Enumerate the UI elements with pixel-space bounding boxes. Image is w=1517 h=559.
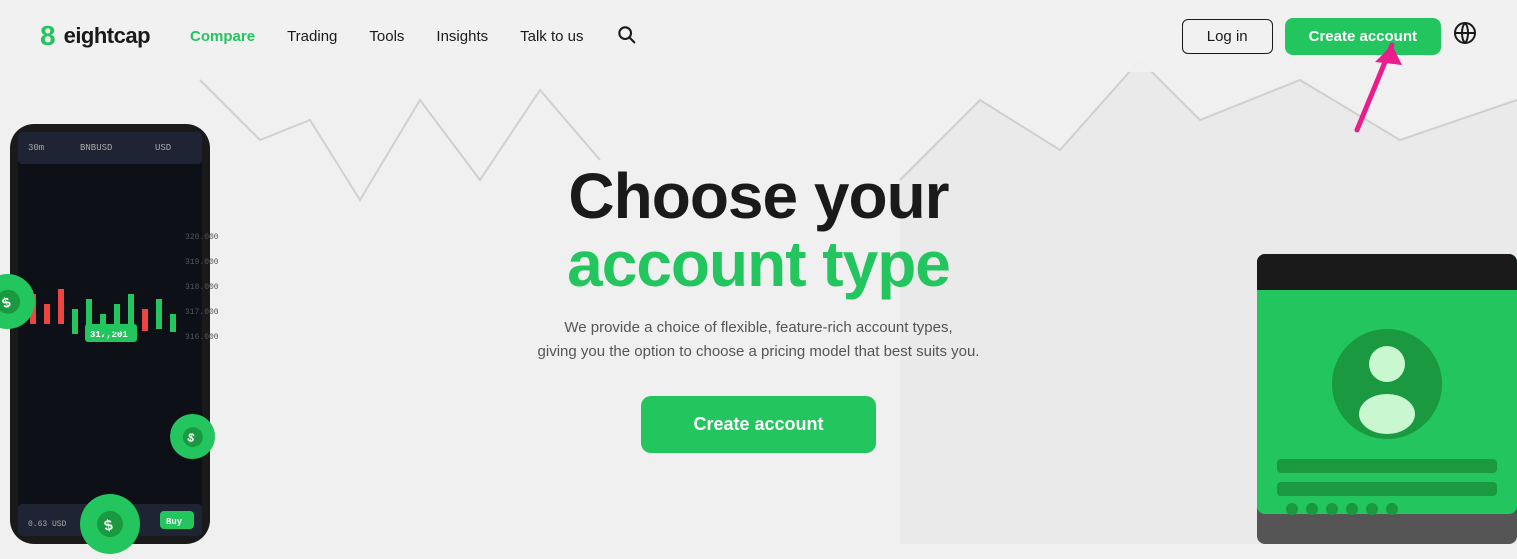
create-account-header-button[interactable]: Create account — [1285, 18, 1441, 55]
nav-insights[interactable]: Insights — [436, 28, 488, 45]
logo-text: eightcap — [64, 23, 150, 49]
header-left: 8 eightcap Compare Trading Tools Insight… — [40, 22, 636, 50]
svg-text:BNBUSD: BNBUSD — [80, 143, 112, 153]
main-nav: Compare Trading Tools Insights Talk to u… — [190, 24, 635, 49]
header: 8 eightcap Compare Trading Tools Insight… — [0, 0, 1517, 72]
login-button[interactable]: Log in — [1182, 19, 1273, 54]
svg-text:317.000: 317.000 — [185, 308, 219, 317]
nav-compare[interactable]: Compare — [190, 28, 255, 45]
search-icon[interactable] — [616, 24, 636, 49]
phone-mockup: 30m BNBUSD USD 317,201 — [0, 114, 220, 544]
header-right: Log in Create account — [1182, 18, 1477, 55]
nav-talk-to-us[interactable]: Talk to us — [520, 28, 583, 45]
svg-text:320.000: 320.000 — [185, 233, 219, 242]
hero-content: Choose your account type We provide a ch… — [538, 163, 980, 452]
create-account-cta-button[interactable]: Create account — [641, 396, 875, 453]
svg-text:318.000: 318.000 — [185, 283, 219, 292]
hero-subtitle: We provide a choice of flexible, feature… — [538, 316, 980, 364]
nav-trading[interactable]: Trading — [287, 28, 337, 45]
svg-text:Buy: Buy — [166, 517, 183, 527]
svg-text:30m: 30m — [28, 143, 44, 153]
svg-text:USD: USD — [155, 143, 171, 153]
logo[interactable]: 8 eightcap — [40, 22, 150, 50]
svg-text:319.000: 319.000 — [185, 258, 219, 267]
hero-title-line2: account type — [538, 231, 980, 298]
svg-text:316.000: 316.000 — [185, 333, 219, 342]
svg-text:0.63 USD: 0.63 USD — [28, 520, 67, 529]
card-mockup — [1257, 254, 1517, 544]
hero-title-line1: Choose your — [538, 163, 980, 230]
globe-icon[interactable] — [1453, 21, 1477, 51]
nav-tools[interactable]: Tools — [369, 28, 404, 45]
logo-icon: 8 — [40, 22, 56, 50]
hero-section: 30m BNBUSD USD 317,201 — [0, 72, 1517, 544]
svg-text:317,201: 317,201 — [90, 330, 128, 340]
